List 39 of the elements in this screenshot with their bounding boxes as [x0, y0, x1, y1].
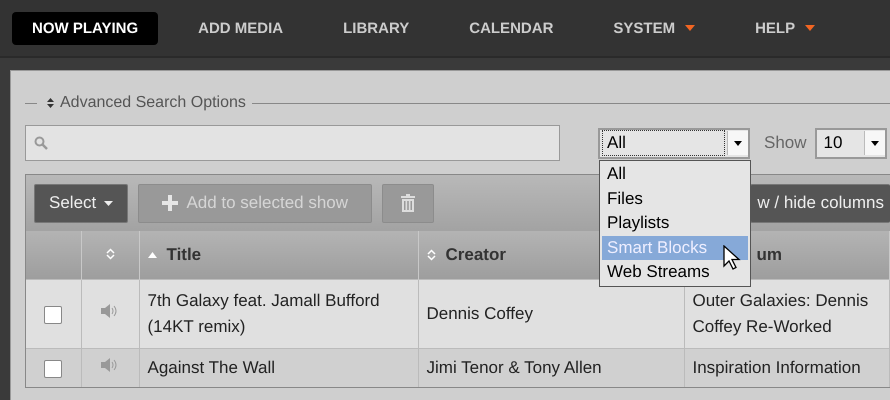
column-header[interactable]: Title [166, 245, 202, 265]
dropdown-option[interactable]: Playlists [602, 211, 748, 236]
nav-tab[interactable]: CALENDAR [449, 12, 574, 44]
mouse-pointer-icon [723, 245, 743, 271]
table-cell: 7th Galaxy feat. Jamall Bufford (14KT remix) [148, 291, 380, 336]
table-cell: Jimi Tenor & Tony Allen [426, 358, 602, 377]
table-cell: Dennis Coffey [426, 304, 533, 323]
table-cell: Against The Wall [148, 358, 276, 377]
search-icon [34, 136, 48, 150]
row-checkbox[interactable] [44, 360, 62, 378]
nav-tab[interactable]: HELP [735, 12, 836, 44]
nav-tab[interactable]: SYSTEM [593, 12, 716, 44]
sort-icon[interactable] [106, 248, 114, 260]
page-size-dropdown[interactable]: 10 [814, 128, 887, 158]
sort-toggle-icon[interactable] [47, 98, 54, 108]
nav-tab[interactable]: NOW PLAYING [12, 12, 158, 44]
dropdown-option[interactable]: Web Streams [602, 260, 748, 284]
row-checkbox[interactable] [44, 306, 62, 324]
caret-icon [104, 200, 114, 206]
column-header[interactable]: um [756, 245, 782, 265]
trash-icon [401, 194, 416, 212]
dropdown-arrow-icon [734, 140, 742, 146]
advanced-search-legend[interactable]: Advanced Search Options [60, 94, 246, 112]
table-cell: Outer Galaxies: Dennis Coffey Re-Worked [692, 291, 868, 336]
nav-tab[interactable]: LIBRARY [323, 12, 430, 44]
show-hide-columns-button[interactable]: w / hide columns [750, 184, 890, 222]
show-label: Show [764, 133, 807, 153]
table-cell: Inspiration Information [692, 358, 861, 377]
speaker-icon[interactable] [101, 357, 119, 373]
search-field[interactable] [25, 125, 560, 161]
plus-icon [162, 195, 178, 211]
type-dropdown[interactable]: All [598, 128, 750, 158]
column-header[interactable]: Creator [446, 245, 506, 265]
nav-tab[interactable]: ADD MEDIA [178, 12, 304, 44]
dropdown-arrow-icon [870, 140, 879, 146]
select-button[interactable]: Select [34, 184, 128, 222]
speaker-icon[interactable] [101, 303, 119, 319]
dropdown-option[interactable]: Files [602, 186, 748, 211]
dropdown-option[interactable]: All [602, 162, 748, 186]
